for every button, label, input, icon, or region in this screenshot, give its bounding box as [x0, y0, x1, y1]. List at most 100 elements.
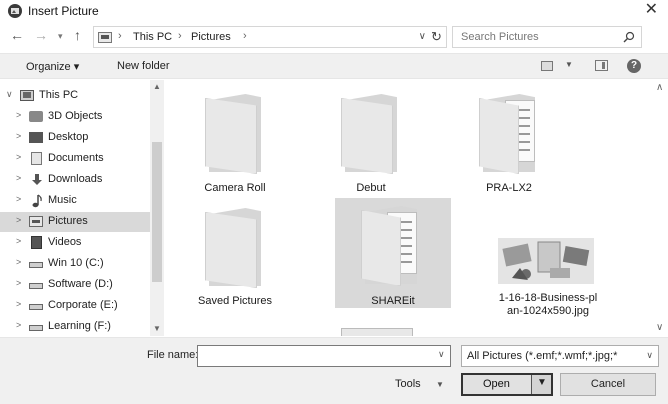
expand-chevron-icon[interactable]: >: [16, 110, 21, 120]
tree-item-this-pc[interactable]: ∨ This PC: [0, 86, 150, 106]
tree-item-learning-f[interactable]: > Learning (F:): [0, 317, 150, 336]
window-title: Insert Picture: [28, 4, 99, 18]
scroll-down-icon[interactable]: ∨: [656, 322, 663, 333]
tree-item-pictures[interactable]: > Pictures: [0, 212, 150, 232]
file-name-line-2: an-1024x590.jpg: [507, 305, 589, 317]
back-arrow-icon[interactable]: ←: [10, 27, 24, 43]
expand-chevron-icon[interactable]: >: [16, 152, 21, 162]
expand-chevron-icon[interactable]: >: [16, 278, 21, 288]
address-dropdown-icon[interactable]: ∨: [419, 31, 426, 42]
file-name: Saved Pictures: [198, 295, 272, 307]
open-button[interactable]: Open ▼: [461, 373, 553, 396]
file-name: PRA-LX2: [486, 182, 532, 194]
folder-pra-lx2[interactable]: PRA-LX2: [451, 84, 567, 194]
breadcrumb-separator-icon[interactable]: ›: [178, 30, 182, 42]
file-name: Debut: [356, 182, 386, 194]
tree-item-corporate-e[interactable]: > Corporate (E:): [0, 296, 150, 316]
folder-saved-pictures[interactable]: Saved Pictures: [177, 200, 293, 310]
dialog-footer: File name: ∨ All Pictures (*.emf;*.wmf;*…: [0, 337, 668, 404]
open-split-button[interactable]: ▼: [531, 375, 551, 394]
breadcrumb-this-pc[interactable]: This PC: [133, 31, 172, 43]
expand-chevron-icon[interactable]: >: [16, 194, 21, 204]
tree-label: Corporate (E:): [48, 299, 118, 311]
file-list-scrollbar[interactable]: ∧ ∨: [653, 80, 667, 336]
forward-arrow-icon[interactable]: →: [34, 27, 48, 43]
folder-icon: [479, 94, 543, 174]
search-placeholder: Search Pictures: [461, 31, 539, 43]
collapse-chevron-icon[interactable]: ∨: [6, 89, 13, 100]
search-input[interactable]: Search Pictures: [452, 26, 642, 48]
navigation-pane: ∨ This PC > 3D Objects > Desktop > Docum…: [0, 80, 165, 336]
tree-label: Win 10 (C:): [48, 257, 104, 269]
drive-icon: [29, 283, 43, 289]
file-name: SHAREit: [371, 295, 415, 307]
tree-label: Music: [48, 194, 77, 206]
breadcrumb-separator-icon[interactable]: ›: [243, 30, 247, 42]
expand-chevron-icon[interactable]: >: [16, 236, 21, 246]
folder-camera-roll[interactable]: Camera Roll: [177, 84, 293, 194]
refresh-icon[interactable]: ↻: [431, 29, 442, 45]
search-icon[interactable]: [623, 31, 635, 43]
tree-label: Desktop: [48, 131, 89, 143]
expand-chevron-icon[interactable]: >: [16, 215, 21, 225]
tree-item-videos[interactable]: > Videos: [0, 233, 150, 253]
file-name-input[interactable]: [197, 345, 451, 367]
scroll-up-icon[interactable]: ▲: [153, 82, 161, 91]
navigation-scrollbar[interactable]: ▲ ▼: [150, 80, 164, 336]
file-type-value: All Pictures (*.emf;*.wmf;*.jpg;*: [467, 350, 618, 362]
expand-chevron-icon[interactable]: >: [16, 320, 21, 330]
tools-dropdown-icon[interactable]: ▼: [436, 380, 444, 389]
recent-locations-chevron-icon[interactable]: ▾: [58, 31, 63, 42]
breadcrumb-separator-icon[interactable]: ›: [118, 30, 122, 42]
tree-item-music[interactable]: > Music: [0, 191, 150, 211]
up-arrow-icon[interactable]: ↑: [74, 27, 81, 43]
desktop-icon: [29, 132, 43, 143]
music-icon: [32, 194, 42, 208]
scroll-up-icon[interactable]: ∧: [656, 82, 663, 93]
file-name-dropdown-icon[interactable]: ∨: [438, 349, 445, 360]
partial-file-tile[interactable]: [341, 328, 413, 336]
tree-label: Learning (F:): [48, 320, 111, 332]
image-business-plan[interactable]: 1-16-18-Business-pl an-1024x590.jpg: [488, 222, 608, 332]
command-toolbar: Organize ▾ New folder ▼ ?: [0, 53, 668, 79]
expand-chevron-icon[interactable]: >: [16, 131, 21, 141]
scroll-down-icon[interactable]: ▼: [153, 324, 161, 333]
expand-chevron-icon[interactable]: >: [16, 299, 21, 309]
expand-chevron-icon[interactable]: >: [16, 257, 21, 267]
file-type-dropdown-icon[interactable]: ∨: [646, 350, 653, 361]
tree-item-win10-c[interactable]: > Win 10 (C:): [0, 254, 150, 274]
folder-icon: [205, 208, 265, 288]
expand-chevron-icon[interactable]: >: [16, 173, 21, 183]
breadcrumb-pictures[interactable]: Pictures: [191, 31, 231, 43]
preview-pane-icon[interactable]: [595, 60, 608, 71]
help-icon[interactable]: ?: [627, 59, 641, 73]
tools-button[interactable]: Tools: [395, 378, 421, 390]
new-folder-button[interactable]: New folder: [117, 60, 170, 72]
tree-item-desktop[interactable]: > Desktop: [0, 128, 150, 148]
tree-item-software-d[interactable]: > Software (D:): [0, 275, 150, 295]
tree-item-documents[interactable]: > Documents: [0, 149, 150, 169]
file-name-label: File name:: [147, 349, 199, 361]
document-icon: [31, 152, 42, 165]
file-name-line-1: 1-16-18-Business-pl: [498, 292, 598, 304]
file-name: Camera Roll: [204, 182, 266, 194]
drive-icon: [29, 325, 43, 331]
tree-label: Software (D:): [48, 278, 113, 290]
tree-item-3d-objects[interactable]: > 3D Objects: [0, 107, 150, 127]
tree-label: Videos: [48, 236, 82, 248]
file-list: Camera Roll Debut PRA-LX2 Saved Pictures…: [165, 80, 653, 336]
change-view-icon[interactable]: [541, 61, 553, 71]
folder-shareit[interactable]: SHAREit: [335, 198, 451, 308]
folder-debut[interactable]: Debut: [313, 84, 429, 194]
organize-button[interactable]: Organize ▾: [26, 60, 79, 73]
download-icon: [32, 174, 42, 185]
view-options-chevron-icon[interactable]: ▼: [565, 60, 573, 69]
scrollbar-thumb[interactable]: [152, 142, 162, 282]
folder-icon: [341, 94, 401, 174]
close-icon[interactable]: ✕: [645, 1, 658, 19]
file-type-select[interactable]: All Pictures (*.emf;*.wmf;*.jpg;* ∨: [461, 345, 659, 367]
tree-label: Pictures: [48, 215, 88, 227]
tree-item-downloads[interactable]: > Downloads: [0, 170, 150, 190]
address-bar[interactable]: › This PC › Pictures › ∨: [93, 26, 447, 48]
cancel-button[interactable]: Cancel: [560, 373, 656, 396]
